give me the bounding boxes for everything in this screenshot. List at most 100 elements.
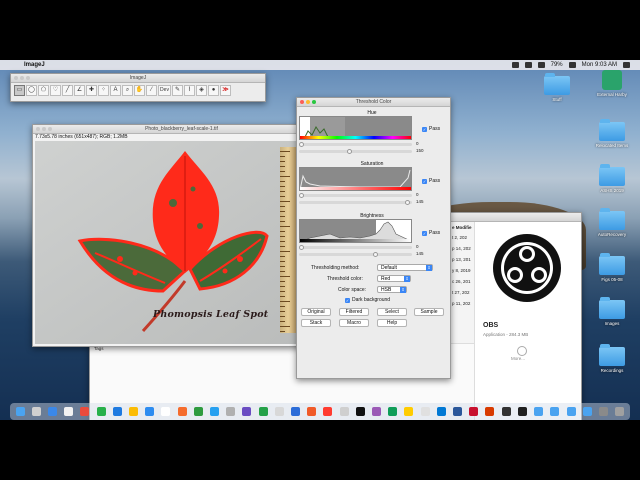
freehand-tool-icon[interactable]: ♡	[50, 85, 61, 96]
battery-percent[interactable]: 79%	[551, 62, 563, 68]
more-link[interactable]: More...	[511, 356, 525, 361]
dock-app-icon[interactable]	[550, 407, 560, 416]
stack-button[interactable]: Stack	[301, 319, 331, 327]
text-tool-icon[interactable]: A	[110, 85, 121, 96]
brightness-max-slider[interactable]	[299, 252, 412, 257]
dock-app-icon[interactable]	[31, 407, 41, 416]
desktop-folder-ashs-2019[interactable]: ASHS 2019	[586, 164, 638, 193]
wand-tool-icon[interactable]: ⁘	[98, 85, 109, 96]
more-icon[interactable]	[517, 346, 527, 356]
dev-tool-button[interactable]: Dev	[158, 85, 171, 96]
angle-tool-icon[interactable]: ∠	[74, 85, 85, 96]
dock-app-icon[interactable]	[64, 407, 74, 416]
dropper-color-icon[interactable]: ●	[208, 85, 219, 96]
dock-app-icon[interactable]	[339, 407, 349, 416]
brush-tool-icon[interactable]: ⌇	[184, 85, 195, 96]
dock-app-icon[interactable]	[242, 407, 252, 416]
hue-max-slider[interactable]	[299, 149, 412, 154]
dock-app-icon[interactable]	[501, 407, 511, 416]
dock-app-icon[interactable]	[469, 407, 479, 416]
dock-app-icon[interactable]	[226, 407, 236, 416]
dock-app-icon[interactable]	[112, 407, 122, 416]
wifi-icon[interactable]	[537, 61, 545, 68]
polygon-tool-icon[interactable]: ⬠	[38, 85, 49, 96]
magnifier-tool-icon[interactable]: ⌕	[122, 85, 133, 96]
help-button[interactable]: Help	[377, 319, 407, 327]
desktop-folder-recordings[interactable]: Recordings	[586, 344, 638, 373]
filtered-button[interactable]: Filtered	[339, 308, 369, 316]
thresholding-method-select[interactable]: Default ⇕	[377, 264, 433, 271]
dock-app-icon[interactable]	[258, 407, 268, 416]
point-tool-icon[interactable]: ✚	[86, 85, 97, 96]
macro-button[interactable]: Macro	[339, 319, 369, 327]
desktop-folder-relocated-items[interactable]: Relocated Items	[586, 119, 638, 148]
flood-fill-tool-icon[interactable]: ◈	[196, 85, 207, 96]
spotlight-icon[interactable]	[623, 61, 630, 68]
oval-tool-icon[interactable]: ◯	[26, 85, 37, 96]
date-modified-cell[interactable]: p 13, 201	[452, 257, 471, 262]
dock-app-icon[interactable]	[485, 407, 495, 416]
dock-app-icon[interactable]	[193, 407, 203, 416]
status-icon[interactable]	[511, 61, 519, 68]
dock-app-icon[interactable]	[145, 407, 155, 416]
date-modified-cell[interactable]: t 2, 202	[452, 235, 467, 240]
dock-app-icon[interactable]	[96, 407, 106, 416]
image-titlebar[interactable]: Photo_blackberry_leaf-scale-1.tif	[33, 125, 330, 134]
date-modified-cell[interactable]: p 11, 202	[452, 301, 470, 306]
dock-app-icon[interactable]	[307, 407, 317, 416]
brightness-min-slider[interactable]	[299, 245, 412, 250]
dock-app-icon[interactable]	[582, 407, 592, 416]
dock-app-icon[interactable]	[177, 407, 187, 416]
dock-app-icon[interactable]	[388, 407, 398, 416]
dock-app-icon[interactable]	[420, 407, 430, 416]
dock-app-icon[interactable]	[129, 407, 139, 416]
hue-pass-checkbox[interactable]: ✓ Pass	[422, 126, 440, 132]
battery-icon[interactable]	[568, 61, 576, 68]
rectangle-tool-icon[interactable]: ▭	[14, 85, 25, 96]
desktop-folder-figs[interactable]: Figs 05-08	[586, 253, 638, 282]
desktop-folder-autorecovery[interactable]: AutoRecovery	[586, 208, 638, 237]
image-canvas[interactable]: Phomopsis Leaf Spot	[35, 141, 328, 344]
sample-button[interactable]: Sample	[414, 308, 444, 316]
pencil-tool-icon[interactable]: ✎	[172, 85, 183, 96]
dock-app-icon[interactable]	[161, 407, 171, 416]
desktop-folder-stuff[interactable]: Stuff	[531, 73, 583, 102]
dock-app-icon[interactable]	[48, 407, 57, 416]
threshold-titlebar[interactable]: Threshold Color	[297, 98, 450, 107]
color-space-select[interactable]: HSB ⇕	[377, 286, 407, 293]
dropper-tool-icon[interactable]: ⁄	[146, 85, 157, 96]
date-modified-cell[interactable]: c 26, 201	[452, 279, 471, 284]
dock-app-icon[interactable]	[453, 407, 463, 416]
dock-app-icon[interactable]	[615, 407, 625, 416]
saturation-min-slider[interactable]	[299, 193, 412, 198]
dock-app-icon[interactable]	[598, 407, 608, 416]
date-modified-cell[interactable]: y 8, 2019	[452, 268, 471, 273]
desktop-folder-images[interactable]: Images	[586, 297, 638, 326]
dock-app-icon[interactable]	[436, 407, 446, 416]
dock-app-icon[interactable]	[517, 407, 527, 416]
dock-app-icon[interactable]	[80, 407, 90, 416]
more-tools-icon[interactable]: ≫	[220, 85, 231, 96]
original-button[interactable]: Original	[301, 308, 331, 316]
status-icon[interactable]	[524, 61, 532, 68]
column-header[interactable]: e Modifie	[452, 225, 472, 230]
dock-app-icon[interactable]	[291, 407, 301, 416]
dock-app-icon[interactable]	[566, 407, 576, 416]
hand-tool-icon[interactable]: ✋	[134, 85, 145, 96]
dock-app-icon[interactable]	[404, 407, 414, 416]
toolbar-titlebar[interactable]: ImageJ	[11, 74, 265, 83]
dock-app-icon[interactable]	[274, 407, 284, 416]
hue-min-slider[interactable]	[299, 142, 412, 147]
saturation-pass-checkbox[interactable]: ✓ Pass	[422, 178, 440, 184]
dock-app-icon[interactable]	[355, 407, 365, 416]
dark-background-checkbox[interactable]: ✓ Dark background	[345, 297, 390, 303]
dock-app-icon[interactable]	[534, 407, 544, 416]
clock[interactable]: Mon 9:03 AM	[582, 62, 617, 68]
app-menu-imagej[interactable]: ImageJ	[24, 62, 45, 68]
dock-app-icon[interactable]	[323, 407, 333, 416]
date-modified-cell[interactable]: p 14, 202	[452, 246, 471, 251]
saturation-max-slider[interactable]	[299, 200, 412, 205]
brightness-pass-checkbox[interactable]: ✓ Pass	[422, 230, 440, 236]
date-modified-cell[interactable]: t 27, 202	[452, 290, 470, 295]
dock-app-icon[interactable]	[210, 407, 220, 416]
